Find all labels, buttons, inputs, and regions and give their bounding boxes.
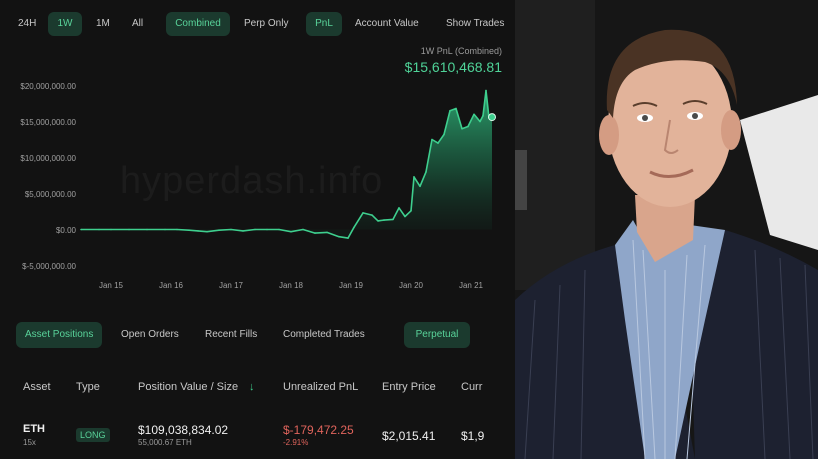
pnl-data-point (98, 228, 100, 231)
pnl-data-point (413, 176, 415, 178)
column-header-unrealized-pnl[interactable]: Unrealized PnL (283, 381, 358, 393)
pnl-data-point (443, 133, 445, 136)
pnl-data-point (353, 226, 355, 229)
pnl-data-point (479, 120, 481, 123)
pnl-data-point (449, 109, 451, 112)
pnl-data-point (242, 230, 244, 232)
tab-recent-fills[interactable]: Recent Fills (196, 322, 266, 348)
pnl-data-point (146, 228, 148, 231)
pnl-data-point (128, 228, 130, 231)
pnl-area-fill (81, 90, 492, 239)
position-type-badge: LONG (76, 428, 110, 442)
pnl-data-point (314, 232, 316, 234)
positions-tabs: Asset Positions Open Orders Recent Fills… (0, 322, 515, 350)
pnl-data-point (290, 230, 292, 233)
pnl-data-point (266, 228, 268, 231)
position-size: 55,000.67 ETH (138, 438, 192, 447)
pnl-data-point (419, 185, 421, 188)
pnl-data-point (461, 127, 463, 130)
portrait-illustration (515, 0, 818, 459)
tab-asset-positions[interactable]: Asset Positions (16, 322, 103, 348)
current-value-marker[interactable] (488, 113, 496, 122)
dashboard-panel: 24H 1W 1M All Combined Perp Only PnL Acc… (0, 0, 515, 459)
pnl-data-point (362, 212, 364, 214)
pnl-data-point (326, 231, 328, 234)
pnl-data-point (254, 228, 256, 231)
current-price-value: $1,9 (461, 429, 485, 443)
pnl-data-point (425, 171, 427, 173)
pnl-data-point (176, 228, 178, 231)
pnl-area-chart[interactable] (0, 0, 515, 300)
unrealized-pnl-percent: -2.91% (283, 438, 309, 447)
pnl-data-point (230, 228, 232, 231)
pnl-data-point (410, 210, 412, 212)
column-header-entry-price[interactable]: Entry Price (382, 381, 436, 393)
column-header-type[interactable]: Type (76, 381, 100, 393)
column-header-asset[interactable]: Asset (23, 381, 51, 393)
portrait-photo (515, 0, 818, 459)
pnl-data-point (485, 89, 487, 92)
pnl-data-point (467, 125, 469, 128)
asset-leverage: 15x (23, 438, 36, 447)
column-header-current-price[interactable]: Curr (461, 381, 482, 393)
column-header-position-value[interactable]: Position Value / Size (138, 381, 238, 393)
tab-open-orders[interactable]: Open Orders (112, 322, 188, 348)
position-value: $109,038,834.02 (138, 423, 229, 437)
unrealized-pnl-value: $-179,472.25 (283, 423, 354, 437)
pnl-data-point (338, 235, 340, 238)
pnl-data-point (437, 142, 439, 144)
pnl-data-point (383, 219, 385, 221)
pnl-data-point (455, 107, 457, 110)
entry-price-value: $2,015.41 (382, 429, 436, 443)
pnl-data-point (302, 228, 304, 231)
pnl-data-point (197, 230, 199, 232)
pnl-data-point (218, 229, 220, 231)
pnl-data-point (377, 220, 379, 222)
sort-arrow-icon[interactable]: ↓ (249, 381, 255, 393)
pnl-data-point (392, 218, 394, 221)
tab-completed-trades[interactable]: Completed Trades (274, 322, 374, 348)
pnl-data-point (431, 138, 433, 141)
pnl-data-point (206, 230, 208, 233)
pnl-data-point (404, 215, 406, 218)
pnl-data-point (80, 228, 82, 231)
pnl-data-point (473, 113, 475, 116)
pnl-data-point (188, 229, 190, 231)
pnl-data-point (371, 214, 373, 216)
pnl-data-point (110, 228, 112, 231)
pnl-data-point (398, 207, 400, 209)
pnl-data-point (164, 228, 166, 231)
pnl-data-point (347, 237, 349, 239)
pnl-data-point (482, 114, 484, 117)
asset-name: ETH (23, 423, 45, 435)
perpetual-filter-button[interactable]: Perpetual (404, 322, 470, 348)
pnl-data-point (278, 228, 280, 231)
